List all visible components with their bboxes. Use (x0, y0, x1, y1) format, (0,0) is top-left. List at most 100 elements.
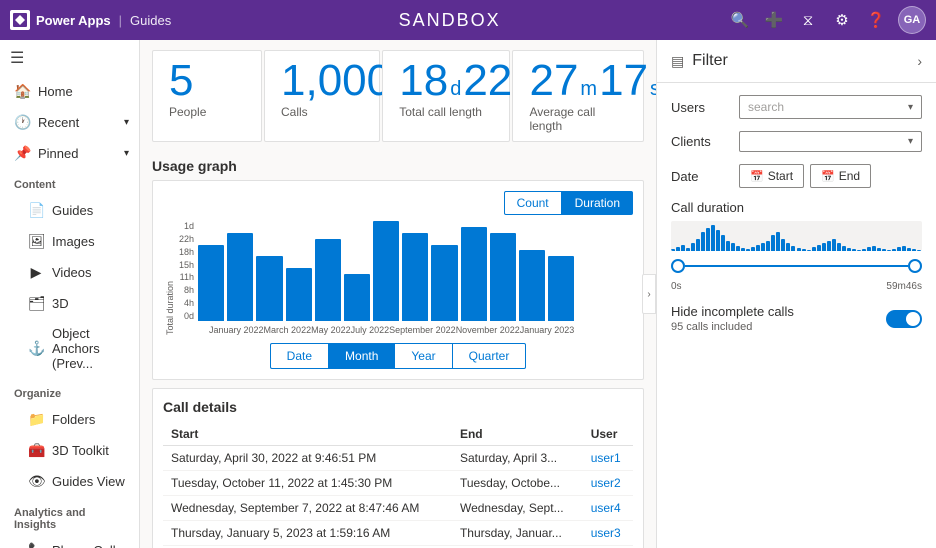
y-label-0: 1d (184, 221, 194, 231)
filter-icon[interactable]: ⧖ (796, 8, 820, 32)
duration-bar-16 (751, 247, 755, 251)
range-thumb-left[interactable] (671, 259, 685, 273)
sidebar-item-guides[interactable]: 📄 Guides (0, 195, 139, 226)
sidebar-item-images[interactable]: 🖼 Images (0, 226, 139, 257)
duration-mini-chart (671, 221, 922, 251)
sidebar-item-recent[interactable]: 🕐 Recent ▾ (0, 107, 139, 138)
cell-start: Saturday, April 30, 2022 at 9:46:51 PM (163, 446, 452, 471)
duration-bar-10 (721, 235, 725, 251)
duration-bar-35 (847, 248, 851, 251)
filter-clients-row: Clients ▾ (671, 131, 922, 152)
date-btn-year[interactable]: Year (394, 343, 451, 369)
cell-end: Tuesday, Octobe... (452, 471, 583, 496)
chart-bar-11 (519, 250, 545, 321)
avg-call-m-unit: m (580, 78, 597, 101)
filter-date-end-label: End (839, 169, 860, 183)
y-label-4: 11h (180, 272, 194, 282)
stat-card-calls: 1,000 Calls (264, 50, 380, 142)
total-call-label: Total call length (399, 105, 482, 119)
cell-start: Wednesday, September 7, 2022 at 8:47:46 … (163, 496, 452, 521)
sidebar-item-images-label: Images (52, 234, 95, 249)
duration-bar-5 (696, 239, 700, 251)
sidebar-item-guides-label: Guides (52, 203, 93, 218)
sidebar-item-3d-toolkit-label: 3D Toolkit (52, 443, 109, 458)
chart-bar-6 (373, 221, 399, 321)
filter-users-placeholder: search (748, 100, 784, 114)
sidebar-item-object-anchors-label: Object Anchors (Prev... (52, 326, 129, 371)
count-toggle-btn[interactable]: Count (504, 191, 562, 215)
hide-incomplete-row: Hide incomplete calls 95 calls included (671, 304, 922, 333)
sidebar-item-home[interactable]: 🏠 Home (0, 76, 139, 107)
date-btn-quarter[interactable]: Quarter (452, 343, 527, 369)
toggle-switch[interactable] (886, 310, 922, 328)
duration-bar-19 (766, 241, 770, 251)
duration-bar-18 (761, 243, 765, 251)
duration-bar-12 (731, 243, 735, 251)
app-logo[interactable]: Power Apps (10, 10, 111, 30)
chart-bar-3 (286, 268, 312, 321)
organize-section-label: Organize (0, 378, 139, 404)
usage-graph-title: Usage graph (152, 158, 644, 174)
call-details-tbody: Saturday, April 30, 2022 at 9:46:51 PM S… (163, 446, 633, 548)
duration-bar-37 (857, 250, 861, 251)
analytics-section-label: Analytics and Insights (0, 497, 139, 535)
duration-bar-44 (892, 249, 896, 251)
cell-user: user3 (583, 521, 633, 546)
help-icon[interactable]: ❓ (864, 8, 888, 32)
sidebar-item-phone-calls-label: Phone Calls (52, 543, 122, 548)
cell-user: user2 (583, 471, 633, 496)
add-icon[interactable]: ➕ (762, 8, 786, 32)
filter-date-start-label: Start (768, 169, 793, 183)
chart-bar-5 (344, 274, 370, 321)
date-btn-month[interactable]: Month (328, 343, 394, 369)
sidebar-item-3d[interactable]: 🗂 3D (0, 288, 139, 319)
duration-bar-4 (691, 243, 695, 251)
duration-bar-23 (786, 243, 790, 251)
duration-bar-9 (716, 230, 720, 251)
sidebar: ☰ 🏠 Home 🕐 Recent ▾ 📌 Pinned ▾ Content 📄… (0, 40, 140, 548)
sidebar-item-folders[interactable]: 📁 Folders (0, 404, 139, 435)
settings-icon[interactable]: ⚙ (830, 8, 854, 32)
filter-clients-select[interactable]: ▾ (739, 131, 922, 152)
table-row: Tuesday, October 11, 2022 at 1:45:30 PM … (163, 471, 633, 496)
duration-bar-15 (746, 249, 750, 251)
filter-date-start-btn[interactable]: 📅 Start (739, 164, 804, 188)
sidebar-item-object-anchors[interactable]: ⚓ Object Anchors (Prev... (0, 319, 139, 378)
sidebar-item-phone-calls[interactable]: 📞 Phone Calls (0, 535, 139, 548)
sidebar-item-pinned[interactable]: 📌 Pinned ▾ (0, 138, 139, 169)
people-number: 5 (169, 59, 193, 103)
filter-date-end-btn[interactable]: 📅 End (810, 164, 871, 188)
sidebar-item-videos[interactable]: ▶ Videos (0, 257, 139, 288)
duration-bar-27 (807, 250, 811, 251)
guides-icon: 📄 (28, 202, 44, 219)
total-call-days: 18 (399, 59, 448, 103)
home-icon: 🏠 (14, 83, 30, 100)
sidebar-item-3d-label: 3D (52, 296, 69, 311)
sidebar-toggle[interactable]: ☰ (0, 40, 139, 76)
search-icon[interactable]: 🔍 (728, 8, 752, 32)
duration-bar-6 (701, 232, 705, 251)
sidebar-item-guides-view[interactable]: 👁 Guides View (0, 466, 139, 497)
3d-toolkit-icon: 🧰 (28, 442, 44, 459)
chart-bar-9 (461, 227, 487, 321)
duration-toggle-btn[interactable]: Duration (562, 191, 633, 215)
range-max-label: 59m46s (886, 281, 922, 292)
filter-users-select[interactable]: search ▾ (739, 95, 922, 119)
filter-collapse-btn[interactable]: › (917, 53, 922, 69)
range-track (685, 265, 908, 267)
duration-bar-0 (671, 249, 675, 251)
duration-bar-13 (736, 246, 740, 251)
sidebar-item-3d-toolkit[interactable]: 🧰 3D Toolkit (0, 435, 139, 466)
chart-y-axis: 1d 22h 18h 15h 11h 8h 4h 0d (179, 221, 198, 321)
duration-bar-33 (837, 243, 841, 251)
chart-area: 1d 22h 18h 15h 11h 8h 4h 0d (179, 221, 574, 321)
range-thumb-right[interactable] (908, 259, 922, 273)
panel-collapse-btn[interactable]: › (642, 274, 656, 314)
sidebar-item-pinned-label: Pinned (38, 146, 78, 161)
filter-date-btns: 📅 Start 📅 End (739, 164, 922, 188)
duration-bar-34 (842, 246, 846, 251)
date-btn-group: Date Month Year Quarter (163, 343, 633, 369)
cell-start: Tuesday, October 11, 2022 at 1:45:30 PM (163, 471, 452, 496)
date-btn-date[interactable]: Date (270, 343, 328, 369)
avatar[interactable]: GA (898, 6, 926, 34)
